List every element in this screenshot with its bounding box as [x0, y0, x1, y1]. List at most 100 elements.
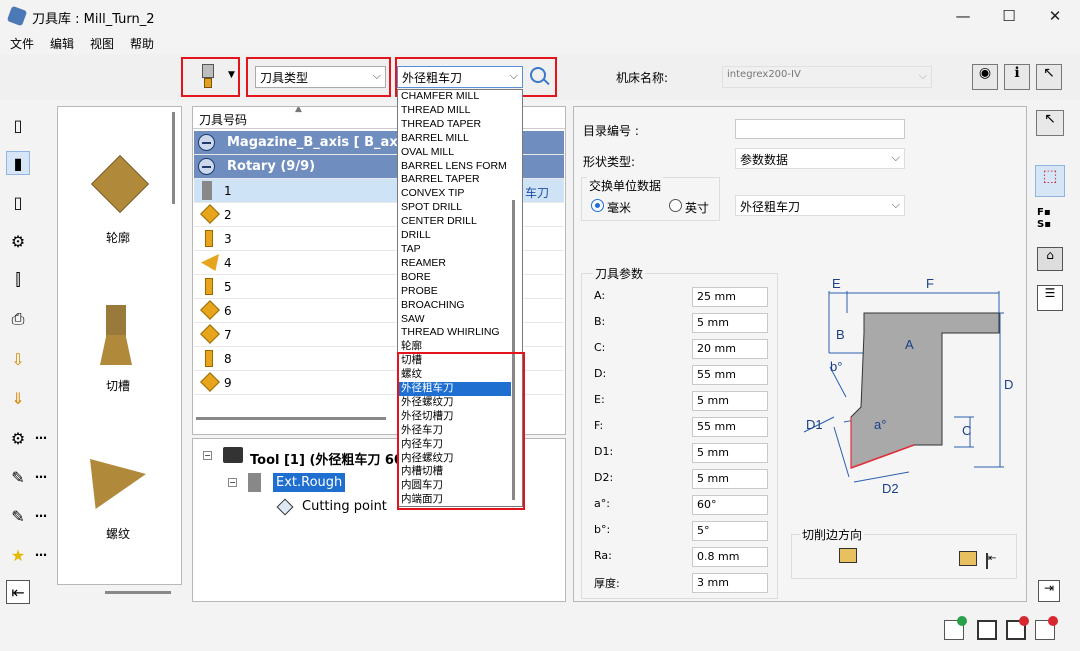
tree-child-label[interactable]: Ext.Rough: [273, 473, 346, 492]
fs-table-icon[interactable]: F▪ S▪: [1037, 207, 1063, 233]
dropdown-item[interactable]: CHAMFER MILL: [398, 90, 511, 104]
contour-insert-icon: [200, 324, 220, 344]
param-input[interactable]: 5 mm: [692, 391, 768, 411]
tree-collapse-icon[interactable]: −: [203, 451, 212, 460]
param-input[interactable]: 55 mm: [692, 365, 768, 385]
param-input[interactable]: 20 mm: [692, 339, 768, 359]
checklist-icon[interactable]: ☰: [1037, 285, 1063, 311]
more-icon[interactable]: …: [35, 545, 47, 559]
tool-holder-icon[interactable]: [200, 64, 216, 90]
dropdown-item[interactable]: DRILL: [398, 229, 511, 243]
chevron-down-icon: ⌵: [918, 69, 927, 82]
param-input[interactable]: 5 mm: [692, 313, 768, 333]
expand-right-icon[interactable]: ⇥: [1038, 580, 1060, 602]
machine-name-combo[interactable]: integrex200-IV ⌵: [722, 66, 932, 88]
unit-tool-combo[interactable]: 外径粗车刀 ⌵: [735, 195, 905, 216]
groove-insert-icon: [205, 350, 213, 367]
mill-tool-icon[interactable]: ▯: [6, 113, 30, 137]
new-tool-plus: [957, 616, 967, 626]
tool-type-cell: 车刀: [525, 186, 550, 200]
more-icon[interactable]: …: [35, 467, 47, 481]
more-icon[interactable]: …: [35, 428, 47, 442]
dropdown-item[interactable]: BARREL LENS FORM: [398, 160, 511, 174]
tool-select-icon[interactable]: ↖: [1036, 64, 1062, 90]
menu-edit[interactable]: 编辑: [40, 32, 80, 52]
dropdown-item[interactable]: REAMER: [398, 257, 511, 271]
import-icon[interactable]: ⇩: [6, 347, 30, 371]
param-input[interactable]: 25 mm: [692, 287, 768, 307]
dropdown-item[interactable]: SAW: [398, 313, 511, 327]
printer-icon[interactable]: ⎙: [6, 307, 30, 331]
settings-icon[interactable]: ⚙: [6, 426, 30, 450]
cut-dir-left-icon[interactable]: [839, 548, 857, 563]
thread-insert-icon[interactable]: [90, 459, 146, 509]
dropdown-item[interactable]: PROBE: [398, 285, 511, 299]
menu-view[interactable]: 视图: [80, 32, 120, 52]
chevron-down-icon: ⌵: [372, 69, 381, 82]
gallery-scrollbar[interactable]: [105, 591, 171, 594]
param-input[interactable]: 5 mm: [692, 443, 768, 463]
menu-file[interactable]: 文件: [0, 32, 40, 52]
groove-insert-icon[interactable]: [106, 305, 126, 337]
dropdown-item[interactable]: CONVEX TIP: [398, 187, 511, 201]
favorite-star-icon[interactable]: ★: [6, 543, 30, 567]
turn-tool-icon[interactable]: ▮: [6, 151, 30, 175]
collapse-left-icon[interactable]: ⇤: [6, 580, 30, 604]
radio-inch[interactable]: [669, 199, 682, 212]
drill-tool-icon[interactable]: ▯: [6, 190, 30, 214]
pointer-icon[interactable]: ↖: [1036, 110, 1064, 136]
param-label: Ra:: [594, 549, 612, 562]
param-label: 厚度:: [594, 577, 620, 590]
dropdown-item[interactable]: BORE: [398, 271, 511, 285]
minimize-button[interactable]: —: [940, 0, 986, 32]
dropdown-item[interactable]: BARREL MILL: [398, 132, 511, 146]
list-hscrollbar[interactable]: [196, 417, 386, 420]
shape-type-combo[interactable]: 参数数据 ⌵: [735, 148, 905, 169]
dropdown-item[interactable]: SPOT DRILL: [398, 201, 511, 215]
param-input[interactable]: 5 mm: [692, 469, 768, 489]
dropdown-item[interactable]: THREAD TAPER: [398, 118, 511, 132]
dim-C: C: [962, 423, 971, 438]
tool-type-combo[interactable]: 刀具类型 ⌵: [255, 66, 386, 88]
param-input[interactable]: 5°: [692, 521, 768, 541]
dropdown-item[interactable]: OVAL MILL: [398, 146, 511, 160]
contour-insert-icon: [200, 204, 220, 224]
dropdown-arrow-icon[interactable]: ▼: [228, 70, 235, 80]
cut-dir-right-icon[interactable]: [959, 551, 977, 566]
groove-insert-icon: [205, 230, 213, 247]
tree-root-label[interactable]: Tool [1] (外径粗车刀 60°: [250, 449, 410, 468]
menu-help[interactable]: 帮助: [120, 32, 160, 52]
assembly-icon[interactable]: ⚙: [6, 229, 30, 253]
dropdown-item[interactable]: THREAD WHIRLING: [398, 326, 511, 340]
unit-group-title: 交换单位数据: [587, 177, 664, 194]
tree-collapse-icon[interactable]: −: [228, 478, 237, 487]
edit-tool-icon[interactable]: ✎: [6, 504, 30, 528]
maximize-button[interactable]: ☐: [986, 0, 1032, 32]
param-input[interactable]: 3 mm: [692, 573, 768, 593]
dropdown-item[interactable]: BROACHING: [398, 299, 511, 313]
close-button[interactable]: ✕: [1032, 0, 1078, 32]
catalog-input[interactable]: [735, 119, 905, 139]
param-input[interactable]: 0.8 mm: [692, 547, 768, 567]
contour-insert-icon[interactable]: [91, 155, 149, 213]
holder-pair-icon[interactable]: ⫿: [6, 268, 30, 292]
more-icon[interactable]: …: [35, 506, 47, 520]
param-input[interactable]: 55 mm: [692, 417, 768, 437]
edit-list-icon[interactable]: ✎: [6, 465, 30, 489]
dropdown-item[interactable]: BARREL TAPER: [398, 173, 511, 187]
library-icon[interactable]: ⌂: [1037, 247, 1063, 271]
catalog-label: 目录编号 :: [583, 124, 639, 138]
tool-info-icon[interactable]: ℹ: [1004, 64, 1030, 90]
view-icon[interactable]: ◉: [972, 64, 998, 90]
tree-grandchild-label[interactable]: Cutting point: [302, 499, 387, 514]
dropdown-item[interactable]: THREAD MILL: [398, 104, 511, 118]
dropdown-item[interactable]: CENTER DRILL: [398, 215, 511, 229]
dropdown-item[interactable]: TAP: [398, 243, 511, 257]
param-input[interactable]: 60°: [692, 495, 768, 515]
tool-param-icon[interactable]: ⬚: [1035, 165, 1065, 197]
gallery-vscrollbar[interactable]: [172, 112, 175, 204]
tool-kind-combo[interactable]: 外径粗车刀 ⌵: [397, 66, 523, 88]
cut-dir-stop-icon[interactable]: ⇤: [986, 553, 996, 569]
save-icon[interactable]: [977, 620, 997, 640]
import-list-icon[interactable]: ⇓: [6, 386, 30, 410]
